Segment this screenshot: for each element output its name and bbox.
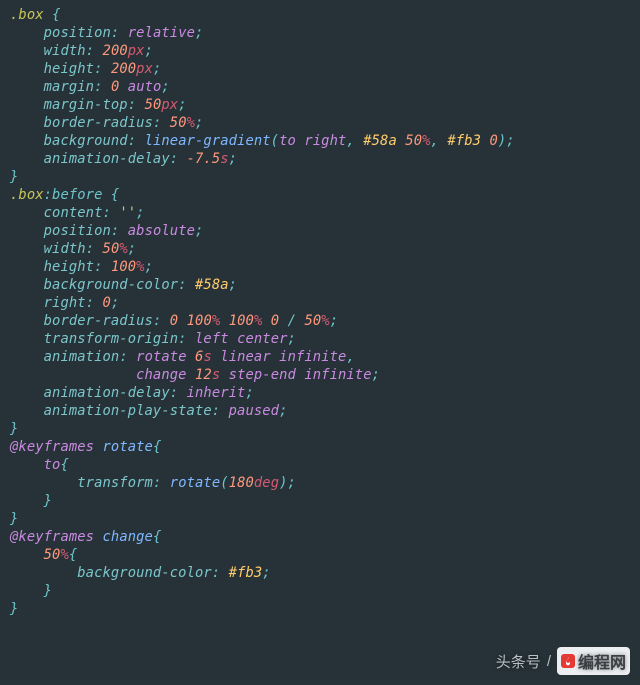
watermark-slash: /	[547, 653, 551, 670]
watermark-brand: 编程网	[578, 649, 626, 673]
watermark-source: 头条号	[496, 651, 541, 672]
flame-icon	[561, 654, 575, 668]
watermark: 头条号 / 编程网	[496, 647, 630, 675]
watermark-logo: 编程网	[557, 647, 630, 675]
code-editor: .box { position: relative; width: 200px;…	[0, 0, 640, 618]
